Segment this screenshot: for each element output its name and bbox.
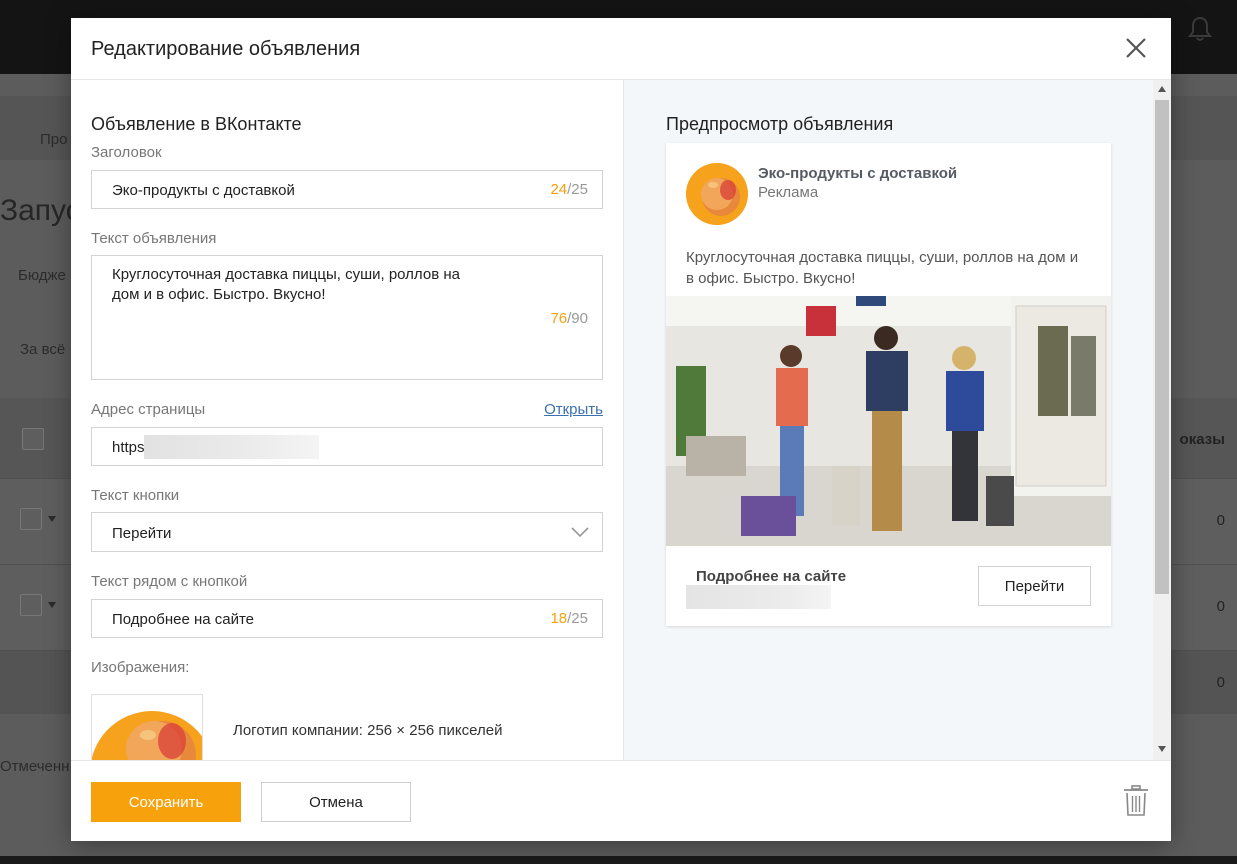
shopping-mall-photo [666,296,1111,546]
redacted-url [144,435,319,459]
background-row-checkbox [20,594,42,616]
trash-icon[interactable] [1123,785,1149,817]
chevron-down-icon [571,527,589,538]
ad-text-textarea[interactable]: Круглосуточная доставка пиццы, суши, рол… [91,255,603,380]
preview-cta-button[interactable]: Перейти [978,566,1091,606]
ad-preview-card: Эко-продукты с доставкой Реклама Круглос… [666,143,1111,626]
page-url-label: Адрес страницы [91,401,206,418]
logo-thumbnail[interactable] [91,694,203,760]
ad-text-line: Круглосуточная доставка пиццы, суши, рол… [112,266,460,283]
background-checkbox [22,428,44,450]
background-page-title: Запус [0,194,81,227]
background-total-value: 0 [1216,674,1225,691]
save-button[interactable]: Сохранить [91,782,241,822]
side-text-value: Подробнее на сайте [112,611,255,628]
section-title: Объявление в ВКонтакте [91,114,302,134]
ad-image [666,296,1111,546]
background-caret-icon [48,602,56,608]
background-column-header: оказы [1179,431,1225,448]
background-row-value: 0 [1216,598,1225,615]
advertiser-avatar [686,163,748,225]
advertiser-name: Эко-продукты с доставкой [758,165,958,182]
scroll-thumb[interactable] [1155,100,1169,594]
images-label: Изображения: [91,659,190,676]
headline-label: Заголовок [91,144,162,161]
side-text-label: Текст рядом с кнопкой [91,573,248,590]
ad-text-counter: 76/90 [550,310,588,327]
modal-footer: Сохранить Отмена [71,760,1171,841]
side-text-counter: 18/25 [550,610,588,627]
background-budget-label: Бюдже [18,267,66,284]
side-text-input[interactable]: Подробнее на сайте 18/25 [91,599,603,638]
preview-more-label: Подробнее на сайте [696,568,847,585]
background-row-checkbox [20,508,42,530]
headline-value: Эко-продукты с доставкой [112,182,295,199]
preview-text: Круглосуточная доставка пиццы, суши, рол… [686,249,1079,287]
peach-icon [686,163,748,225]
background-period-select: За всё [20,341,66,358]
modal-title: Редактирование объявления [91,38,361,60]
ad-text-line: дом и в офис. Быстро. Вкусно! [112,286,326,303]
modal-header: Редактирование объявления [71,18,1171,80]
background-footer-text: Отмеченн [0,758,70,775]
button-text-label: Текст кнопки [91,487,180,504]
cancel-button[interactable]: Отмена [261,782,411,822]
sponsored-label: Реклама [758,184,819,201]
peach-icon [92,711,202,760]
logo-description: Логотип компании: 256 × 256 пикселей [233,722,503,739]
headline-input[interactable]: Эко-продукты с доставкой 24/25 [91,170,603,209]
scroll-down-icon[interactable] [1158,746,1166,752]
close-icon[interactable] [1123,35,1149,61]
scroll-up-icon[interactable] [1158,86,1166,92]
preview-title: Предпросмотр объявления [666,114,894,134]
page-url-input[interactable]: https [91,427,603,466]
background-row-value: 0 [1216,512,1225,529]
button-text-select[interactable]: Перейти [91,512,603,552]
background-nav-item: Про [40,131,68,148]
background-caret-icon [48,516,56,522]
edit-ad-modal: Редактирование объявления Объявление в В… [71,18,1171,841]
ad-preview-pane: Предпросмотр объявления Эко-продукты с д… [623,80,1171,760]
ad-text-label: Текст объявления [91,230,217,247]
bell-icon [1188,16,1212,41]
button-text-selected: Перейти [112,525,172,542]
ad-form: Объявление в ВКонтакте Заголовок Эко-про… [71,80,623,760]
open-link[interactable]: Открыть [544,401,603,418]
background-bottom-bar [0,856,1237,864]
redacted-domain [686,585,831,609]
headline-counter: 24/25 [550,181,588,198]
preview-scrollbar[interactable] [1153,80,1171,760]
page-url-value: https [112,439,145,456]
